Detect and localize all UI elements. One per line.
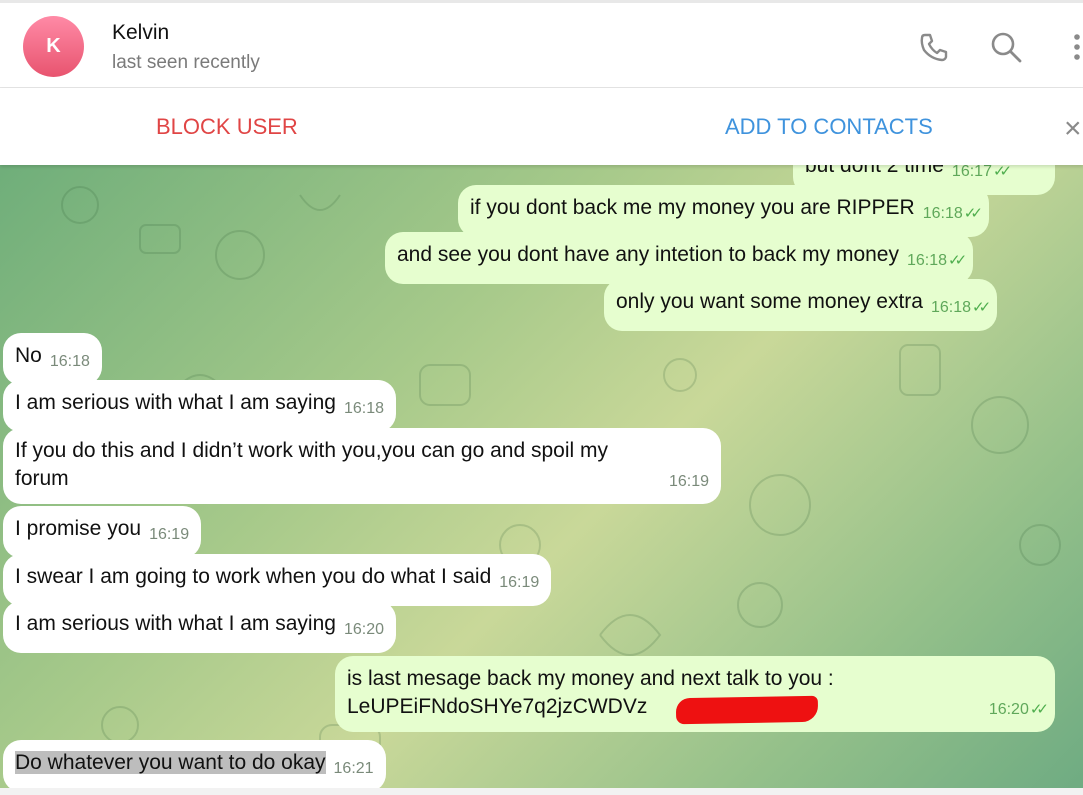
redaction-mark (675, 695, 819, 725)
message-time: 16:19 (499, 574, 540, 591)
read-ticks-icon: ✓✓ (1029, 701, 1049, 718)
phone-icon[interactable] (916, 29, 952, 65)
message-time: 16:18 (906, 252, 948, 269)
chat-area[interactable]: but dont 2 time 16:17✓✓ if you dont back … (0, 165, 1083, 795)
message-text: I am serious with what I am saying (15, 391, 336, 414)
message-text: but dont 2 time (805, 165, 944, 177)
read-ticks-icon: ✓✓ (963, 205, 983, 222)
message-time: 16:17 (951, 165, 992, 180)
contact-name[interactable]: Kelvin (112, 21, 169, 45)
chat-header: K Kelvin last seen recently (0, 0, 1083, 88)
read-ticks-icon: ✓✓ (948, 252, 967, 269)
message-time: 16:18 (922, 205, 963, 222)
message-incoming[interactable]: I swear I am going to work when you do w… (3, 554, 552, 606)
read-ticks-icon: ✓✓ (972, 299, 991, 316)
message-text: I am serious with what I am saying (15, 612, 336, 635)
message-time: 16:19 (668, 473, 709, 490)
message-incoming[interactable]: I am serious with what I am saying 16:20 (3, 601, 397, 653)
close-icon[interactable]: × (1064, 112, 1082, 146)
message-time: 16:20 (343, 621, 385, 638)
message-text: Do whatever you want to do okay (15, 751, 326, 774)
message-text: No (15, 344, 42, 367)
message-incoming[interactable]: I am serious with what I am saying 16:18 (3, 380, 397, 432)
search-icon[interactable] (988, 29, 1024, 65)
message-time: 16:18 (343, 400, 385, 417)
message-incoming[interactable]: I promise you 16:19 (3, 506, 202, 558)
read-ticks-icon: ✓✓ (992, 165, 1012, 180)
message-incoming[interactable]: If you do this and I didn’t work with yo… (3, 428, 721, 504)
message-outgoing[interactable]: and see you dont have any intetion to ba… (385, 232, 974, 284)
composer-edge (0, 788, 1083, 795)
message-time: 16:18 (49, 353, 90, 370)
message-time: 16:19 (149, 526, 190, 543)
block-user-button[interactable]: BLOCK USER (156, 114, 298, 140)
message-outgoing[interactable]: only you want some money extra 16:18✓✓ (604, 279, 998, 331)
message-text: only you want some money extra (616, 290, 923, 313)
add-to-contacts-button[interactable]: ADD TO CONTACTS (725, 114, 933, 140)
message-text: is last mesage back my money and next ta… (347, 667, 834, 690)
message-text: I swear I am going to work when you do w… (15, 565, 492, 588)
avatar[interactable]: K (23, 16, 84, 77)
message-text: I promise you (15, 517, 142, 540)
contact-status: last seen recently (112, 52, 260, 73)
message-time: 16:21 (333, 760, 374, 777)
message-incoming[interactable]: Do whatever you want to do okay 16:21 (3, 740, 386, 792)
message-text: if you dont back me my money you are RIP… (470, 196, 915, 219)
message-incoming[interactable]: No 16:18 (3, 333, 102, 385)
action-bar: BLOCK USER ADD TO CONTACTS × (0, 88, 1083, 165)
more-vertical-icon[interactable] (1064, 29, 1083, 65)
message-time: 16:18 (930, 299, 972, 316)
message-text: and see you dont have any intetion to ba… (397, 243, 899, 266)
message-text: If you do this and I didn’t work with yo… (15, 439, 608, 462)
message-text-line2: forum (15, 467, 69, 490)
message-outgoing[interactable]: if you dont back me my money you are RIP… (458, 185, 989, 237)
message-time: 16:20 (988, 701, 1029, 718)
